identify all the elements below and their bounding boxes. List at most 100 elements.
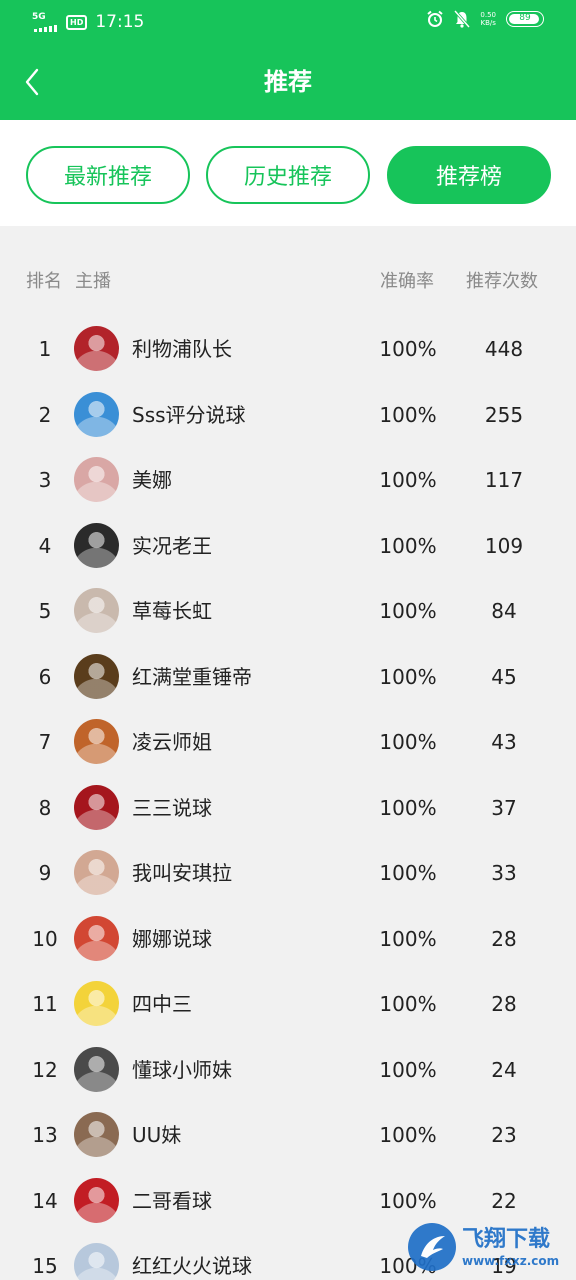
host-name[interactable]: 实况老王 bbox=[132, 533, 212, 559]
host-name[interactable]: 草莓长虹 bbox=[132, 598, 212, 624]
battery-icon: 89 bbox=[506, 11, 544, 27]
list-item[interactable]: 1 利物浦队长 100% 448 bbox=[0, 316, 576, 382]
rank-number: 5 bbox=[38, 599, 52, 623]
list-item[interactable]: 6 红满堂重锤帝 100% 45 bbox=[0, 644, 576, 710]
host-name[interactable]: 凌云师姐 bbox=[132, 729, 212, 755]
avatar[interactable] bbox=[74, 1112, 119, 1157]
avatar[interactable] bbox=[74, 457, 119, 502]
recommend-count: 448 bbox=[484, 337, 524, 361]
host-name[interactable]: 三三说球 bbox=[132, 795, 212, 821]
status-time: 17:15 bbox=[95, 12, 145, 32]
accuracy-value: 100% bbox=[379, 533, 437, 558]
recommend-count: 109 bbox=[484, 533, 524, 558]
accuracy-value: 100% bbox=[379, 861, 437, 885]
rank-number: 8 bbox=[38, 795, 52, 820]
avatar[interactable] bbox=[74, 981, 119, 1026]
accuracy-value: 100% bbox=[379, 992, 437, 1016]
host-name[interactable]: 利物浦队长 bbox=[132, 336, 232, 362]
recommend-count: 255 bbox=[484, 402, 524, 427]
accuracy-value: 100% bbox=[379, 664, 437, 689]
list-item[interactable]: 8 三三说球 100% 37 bbox=[0, 775, 576, 841]
avatar[interactable] bbox=[74, 719, 119, 764]
hd-badge: HD bbox=[66, 14, 88, 30]
list-item[interactable]: 7 凌云师姐 100% 43 bbox=[0, 709, 576, 775]
rank-number: 4 bbox=[38, 533, 52, 558]
host-name[interactable]: 美娜 bbox=[132, 467, 172, 493]
list-item[interactable]: 4 实况老王 100% 109 bbox=[0, 513, 576, 579]
recommend-count: 33 bbox=[491, 861, 517, 885]
host-name[interactable]: 红满堂重锤帝 bbox=[132, 664, 252, 690]
recommend-count: 22 bbox=[491, 1188, 517, 1213]
speed-value: 0.50 bbox=[480, 11, 496, 19]
host-name[interactable]: 四中三 bbox=[132, 991, 192, 1017]
avatar[interactable] bbox=[74, 1046, 119, 1092]
list-item[interactable]: 9 我叫安琪拉 100% 33 bbox=[0, 840, 576, 906]
list-item[interactable]: 2 Sss评分说球 100% 255 bbox=[0, 382, 576, 448]
avatar[interactable] bbox=[74, 588, 119, 633]
ranking-list: 1 利物浦队长 100% 448 2 Sss评分说球 100% 255 3 美娜 100% 117 4 实… bbox=[0, 316, 576, 1280]
host-name[interactable]: Sss评分说球 bbox=[132, 402, 246, 428]
list-item[interactable]: 13 UU妹 100% 23 bbox=[0, 1102, 576, 1168]
recommend-count: 28 bbox=[491, 992, 517, 1016]
accuracy-value: 100% bbox=[379, 599, 437, 623]
accuracy-value: 100% bbox=[379, 337, 437, 361]
avatar[interactable] bbox=[74, 326, 119, 371]
battery-level: 89 bbox=[519, 13, 531, 23]
recommend-count: 117 bbox=[484, 468, 524, 492]
column-host: 主播 bbox=[75, 271, 111, 292]
avatar[interactable] bbox=[74, 784, 119, 830]
host-name[interactable]: 我叫安琪拉 bbox=[132, 860, 232, 886]
accuracy-value: 100% bbox=[379, 795, 437, 820]
avatar[interactable] bbox=[74, 653, 119, 699]
rank-number: 10 bbox=[32, 926, 58, 951]
tab-latest-recommend[interactable]: 最新推荐 bbox=[26, 146, 190, 204]
rank-number: 9 bbox=[38, 861, 52, 885]
avatar[interactable] bbox=[74, 915, 119, 961]
list-item[interactable]: 12 懂球小师妹 100% 24 bbox=[0, 1037, 576, 1103]
status-bar: 5G HD 17:15 0.50 KB/s 89 bbox=[0, 0, 576, 44]
tab-recommend-ranking[interactable]: 推荐榜 bbox=[387, 146, 551, 204]
column-accuracy: 准确率 bbox=[380, 271, 434, 292]
status-left: 5G HD 17:15 bbox=[32, 10, 144, 34]
rank-number: 1 bbox=[38, 337, 52, 361]
accuracy-value: 100% bbox=[379, 468, 437, 492]
accuracy-value: 100% bbox=[379, 730, 437, 754]
column-count: 推荐次数 bbox=[466, 271, 538, 292]
host-name[interactable]: 娜娜说球 bbox=[132, 926, 212, 952]
app-bar: 推荐 bbox=[0, 44, 576, 120]
avatar[interactable] bbox=[74, 1243, 119, 1280]
list-item[interactable]: 5 草莓长虹 100% 84 bbox=[0, 578, 576, 644]
recommend-count: 24 bbox=[491, 1057, 517, 1082]
tab-history-recommend[interactable]: 历史推荐 bbox=[206, 146, 370, 204]
page-title: 推荐 bbox=[264, 68, 312, 96]
recommend-count: 23 bbox=[491, 1123, 517, 1147]
host-name[interactable]: 红红火火说球 bbox=[132, 1253, 252, 1279]
watermark-logo-icon bbox=[408, 1223, 456, 1271]
recommend-count: 84 bbox=[491, 599, 517, 623]
host-name[interactable]: 二哥看球 bbox=[132, 1188, 212, 1214]
net-speed: 0.50 KB/s bbox=[480, 11, 496, 27]
mute-bell-icon bbox=[454, 10, 471, 28]
avatar[interactable] bbox=[74, 522, 119, 568]
rank-number: 11 bbox=[32, 992, 58, 1016]
watermark-url: www.fxxz.com bbox=[462, 1254, 560, 1268]
watermark-text: 飞翔下载 bbox=[462, 1227, 551, 1252]
accuracy-value: 100% bbox=[379, 1057, 437, 1082]
list-item[interactable]: 3 美娜 100% 117 bbox=[0, 447, 576, 513]
rank-number: 15 bbox=[32, 1254, 58, 1278]
signal-icon: 5G bbox=[32, 12, 58, 32]
host-name[interactable]: UU妹 bbox=[132, 1122, 181, 1148]
avatar[interactable] bbox=[74, 850, 119, 895]
table-header: 排名 主播 准确率 推荐次数 bbox=[0, 262, 576, 302]
accuracy-value: 100% bbox=[379, 1188, 437, 1213]
recommend-count: 28 bbox=[491, 926, 517, 951]
accuracy-value: 100% bbox=[379, 926, 437, 951]
avatar[interactable] bbox=[74, 1177, 119, 1223]
host-name[interactable]: 懂球小师妹 bbox=[132, 1057, 232, 1083]
network-type: 5G bbox=[32, 12, 46, 22]
watermark: 飞翔下载 www.fxxz.com bbox=[408, 1218, 568, 1276]
list-item[interactable]: 10 娜娜说球 100% 28 bbox=[0, 906, 576, 972]
rank-number: 14 bbox=[32, 1188, 58, 1213]
avatar[interactable] bbox=[74, 391, 119, 437]
list-item[interactable]: 11 四中三 100% 28 bbox=[0, 971, 576, 1037]
